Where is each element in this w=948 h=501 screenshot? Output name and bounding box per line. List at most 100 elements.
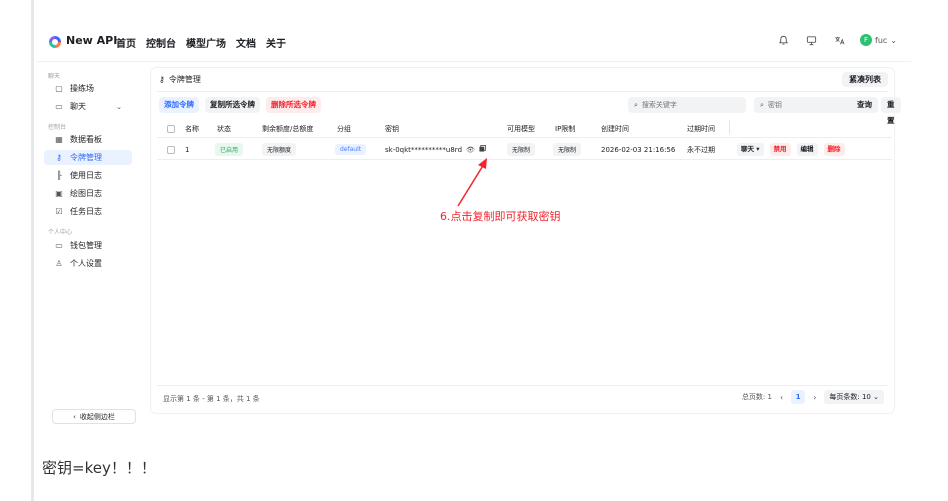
app-window: New API 首页 控制台 模型广场 文档 关于 F fuc ⌄ 聊天 ▢ 操… <box>36 22 911 427</box>
pagination: 总页数: 1 ‹ 1 › 每页条数: 10 ⌄ <box>742 390 884 404</box>
group-badge: default <box>335 140 367 159</box>
playground-icon: ▢ <box>55 84 63 93</box>
task-icon: ☑ <box>55 207 63 216</box>
row-summary: 显示第 1 条 - 第 1 条，共 1 条 <box>163 395 260 403</box>
key-search-input[interactable] <box>767 101 848 109</box>
caret-down-icon: ▾ <box>756 145 760 153</box>
keyword-search-input[interactable] <box>641 101 722 109</box>
token-panel: ⚷ 令牌管理 紧凑列表 添加令牌 复制所选令牌 删除所选令牌 ⌕ ⌕ 查询 重置… <box>150 67 901 414</box>
col-expires: 过期时间 <box>687 124 715 133</box>
sidebar-item-label: 钱包管理 <box>70 241 102 250</box>
bell-icon[interactable] <box>776 33 790 47</box>
divider <box>157 91 888 92</box>
sidebar-section-chat: 聊天 <box>48 73 61 80</box>
wallet-icon: ▭ <box>55 241 63 250</box>
chevron-down-icon: ⌄ <box>873 393 879 401</box>
monitor-icon[interactable] <box>804 33 818 47</box>
delete-button[interactable]: 删除 <box>823 143 845 156</box>
current-page[interactable]: 1 <box>791 390 806 404</box>
page-title: ⚷ 令牌管理 <box>159 74 201 85</box>
expire-time: 永不过期 <box>687 145 715 154</box>
sidebar: 聊天 ▢ 操练场 ▭ 聊天 ⌄ 控制台 ▦ 数据看板 ⚷ 令牌管理 ╟ 使用日志… <box>36 62 138 427</box>
user-menu[interactable]: F fuc ⌄ <box>860 34 897 46</box>
col-name: 名称 <box>185 124 199 133</box>
brand-name[interactable]: New API <box>66 34 117 47</box>
sidebar-item-label: 使用日志 <box>70 171 102 180</box>
collapse-sidebar-button[interactable]: ‹ 收起侧边栏 <box>52 409 136 424</box>
created-time: 2026-02-03 21:16:56 <box>601 145 676 154</box>
annotation-text: 6.点击复制即可获取密钥 <box>440 210 561 223</box>
sidebar-item-settings[interactable]: ♙ 个人设置 <box>44 256 132 271</box>
divider <box>157 385 888 386</box>
sidebar-section-console: 控制台 <box>48 124 67 131</box>
prev-page-icon[interactable]: ‹ <box>780 393 783 402</box>
logo-icon[interactable] <box>49 36 61 48</box>
key-cell: sk-0qkt**********u8rd 👁 <box>385 140 486 159</box>
sidebar-item-playground[interactable]: ▢ 操练场 <box>44 81 132 96</box>
status-badge: 已启用 <box>215 140 244 159</box>
sidebar-item-label: 任务日志 <box>70 207 102 216</box>
col-models: 可用模型 <box>507 124 535 133</box>
translate-icon[interactable] <box>832 33 846 47</box>
edit-button[interactable]: 编辑 <box>796 143 818 156</box>
sidebar-item-drawing-log[interactable]: ▣ 绘图日志 <box>44 186 132 201</box>
token-key: sk-0qkt**********u8rd <box>385 145 463 154</box>
nav-home[interactable]: 首页 <box>116 35 136 50</box>
col-group: 分组 <box>337 124 351 133</box>
col-created: 创建时间 <box>601 124 629 133</box>
page-title-text: 令牌管理 <box>168 75 201 84</box>
chat-button[interactable]: 聊天 ▾ <box>737 143 764 156</box>
reset-button[interactable]: 重置 <box>881 97 901 125</box>
total-pages: 总页数: 1 <box>741 393 772 401</box>
search-icon: ⌕ <box>634 100 638 109</box>
query-button[interactable]: 查询 <box>851 97 878 113</box>
sidebar-item-task-log[interactable]: ☑ 任务日志 <box>44 204 132 219</box>
next-page-icon[interactable]: › <box>813 393 816 402</box>
sidebar-item-label: 数据看板 <box>70 135 102 144</box>
sidebar-item-label: 绘图日志 <box>70 189 102 198</box>
quote-bar <box>31 0 34 501</box>
caption-text: 密钥=key！！！ <box>42 459 156 477</box>
col-quota: 剩余额度/总额度 <box>262 124 314 133</box>
sidebar-item-label: 令牌管理 <box>70 153 102 162</box>
nav-docs[interactable]: 文档 <box>236 35 256 50</box>
user-icon: ♙ <box>55 259 63 268</box>
compact-list-button[interactable]: 紧凑列表 <box>842 72 888 87</box>
table-header: 名称 状态 剩余额度/总额度 分组 密钥 可用模型 IP限制 创建时间 过期时间 <box>157 120 892 138</box>
top-right-tools: F fuc ⌄ <box>776 33 897 47</box>
col-ip: IP限制 <box>555 124 576 133</box>
col-key: 密钥 <box>385 124 399 133</box>
disable-button[interactable]: 禁用 <box>769 143 791 156</box>
nav-about[interactable]: 关于 <box>266 35 286 50</box>
chevron-down-icon: ⌄ <box>890 35 897 45</box>
col-status: 状态 <box>217 124 231 133</box>
sidebar-item-label: 聊天 <box>70 102 86 111</box>
delete-selected-button[interactable]: 删除所选令牌 <box>266 97 321 113</box>
table-row[interactable]: 1 已启用 无限额度 default sk-0qkt**********u8rd… <box>157 140 892 160</box>
copy-icon[interactable] <box>479 145 486 154</box>
sidebar-item-usage-log[interactable]: ╟ 使用日志 <box>44 168 132 183</box>
eye-icon[interactable]: 👁 <box>466 146 475 154</box>
sidebar-item-chat[interactable]: ▭ 聊天 ⌄ <box>44 99 132 114</box>
token-toolbar: 添加令牌 复制所选令牌 删除所选令牌 <box>159 97 321 113</box>
sidebar-item-wallet[interactable]: ▭ 钱包管理 <box>44 238 132 253</box>
chart-icon: ╟ <box>56 171 62 180</box>
sidebar-item-token-management[interactable]: ⚷ 令牌管理 <box>44 150 132 165</box>
column-separator <box>729 120 730 134</box>
nav-model-square[interactable]: 模型广场 <box>186 35 226 50</box>
top-bar: New API 首页 控制台 模型广场 文档 关于 F fuc ⌄ <box>36 22 911 62</box>
add-token-button[interactable]: 添加令牌 <box>159 97 199 113</box>
keyword-search[interactable]: ⌕ <box>628 97 746 113</box>
select-all-checkbox[interactable] <box>167 120 175 137</box>
sidebar-section-personal: 个人中心 <box>48 229 73 236</box>
row-actions: 聊天 ▾ 禁用 编辑 删除 <box>737 140 845 159</box>
page-size-select[interactable]: 每页条数: 10 ⌄ <box>824 390 884 404</box>
nav-console[interactable]: 控制台 <box>146 35 176 50</box>
row-checkbox[interactable] <box>167 140 175 159</box>
copy-selected-button[interactable]: 复制所选令牌 <box>205 97 260 113</box>
sidebar-item-dashboard[interactable]: ▦ 数据看板 <box>44 132 132 147</box>
chevron-left-icon: ‹ <box>73 412 76 421</box>
avatar: F <box>860 34 872 46</box>
key-icon: ⚷ <box>159 75 165 84</box>
top-nav: 首页 控制台 模型广场 文档 关于 <box>116 35 286 50</box>
